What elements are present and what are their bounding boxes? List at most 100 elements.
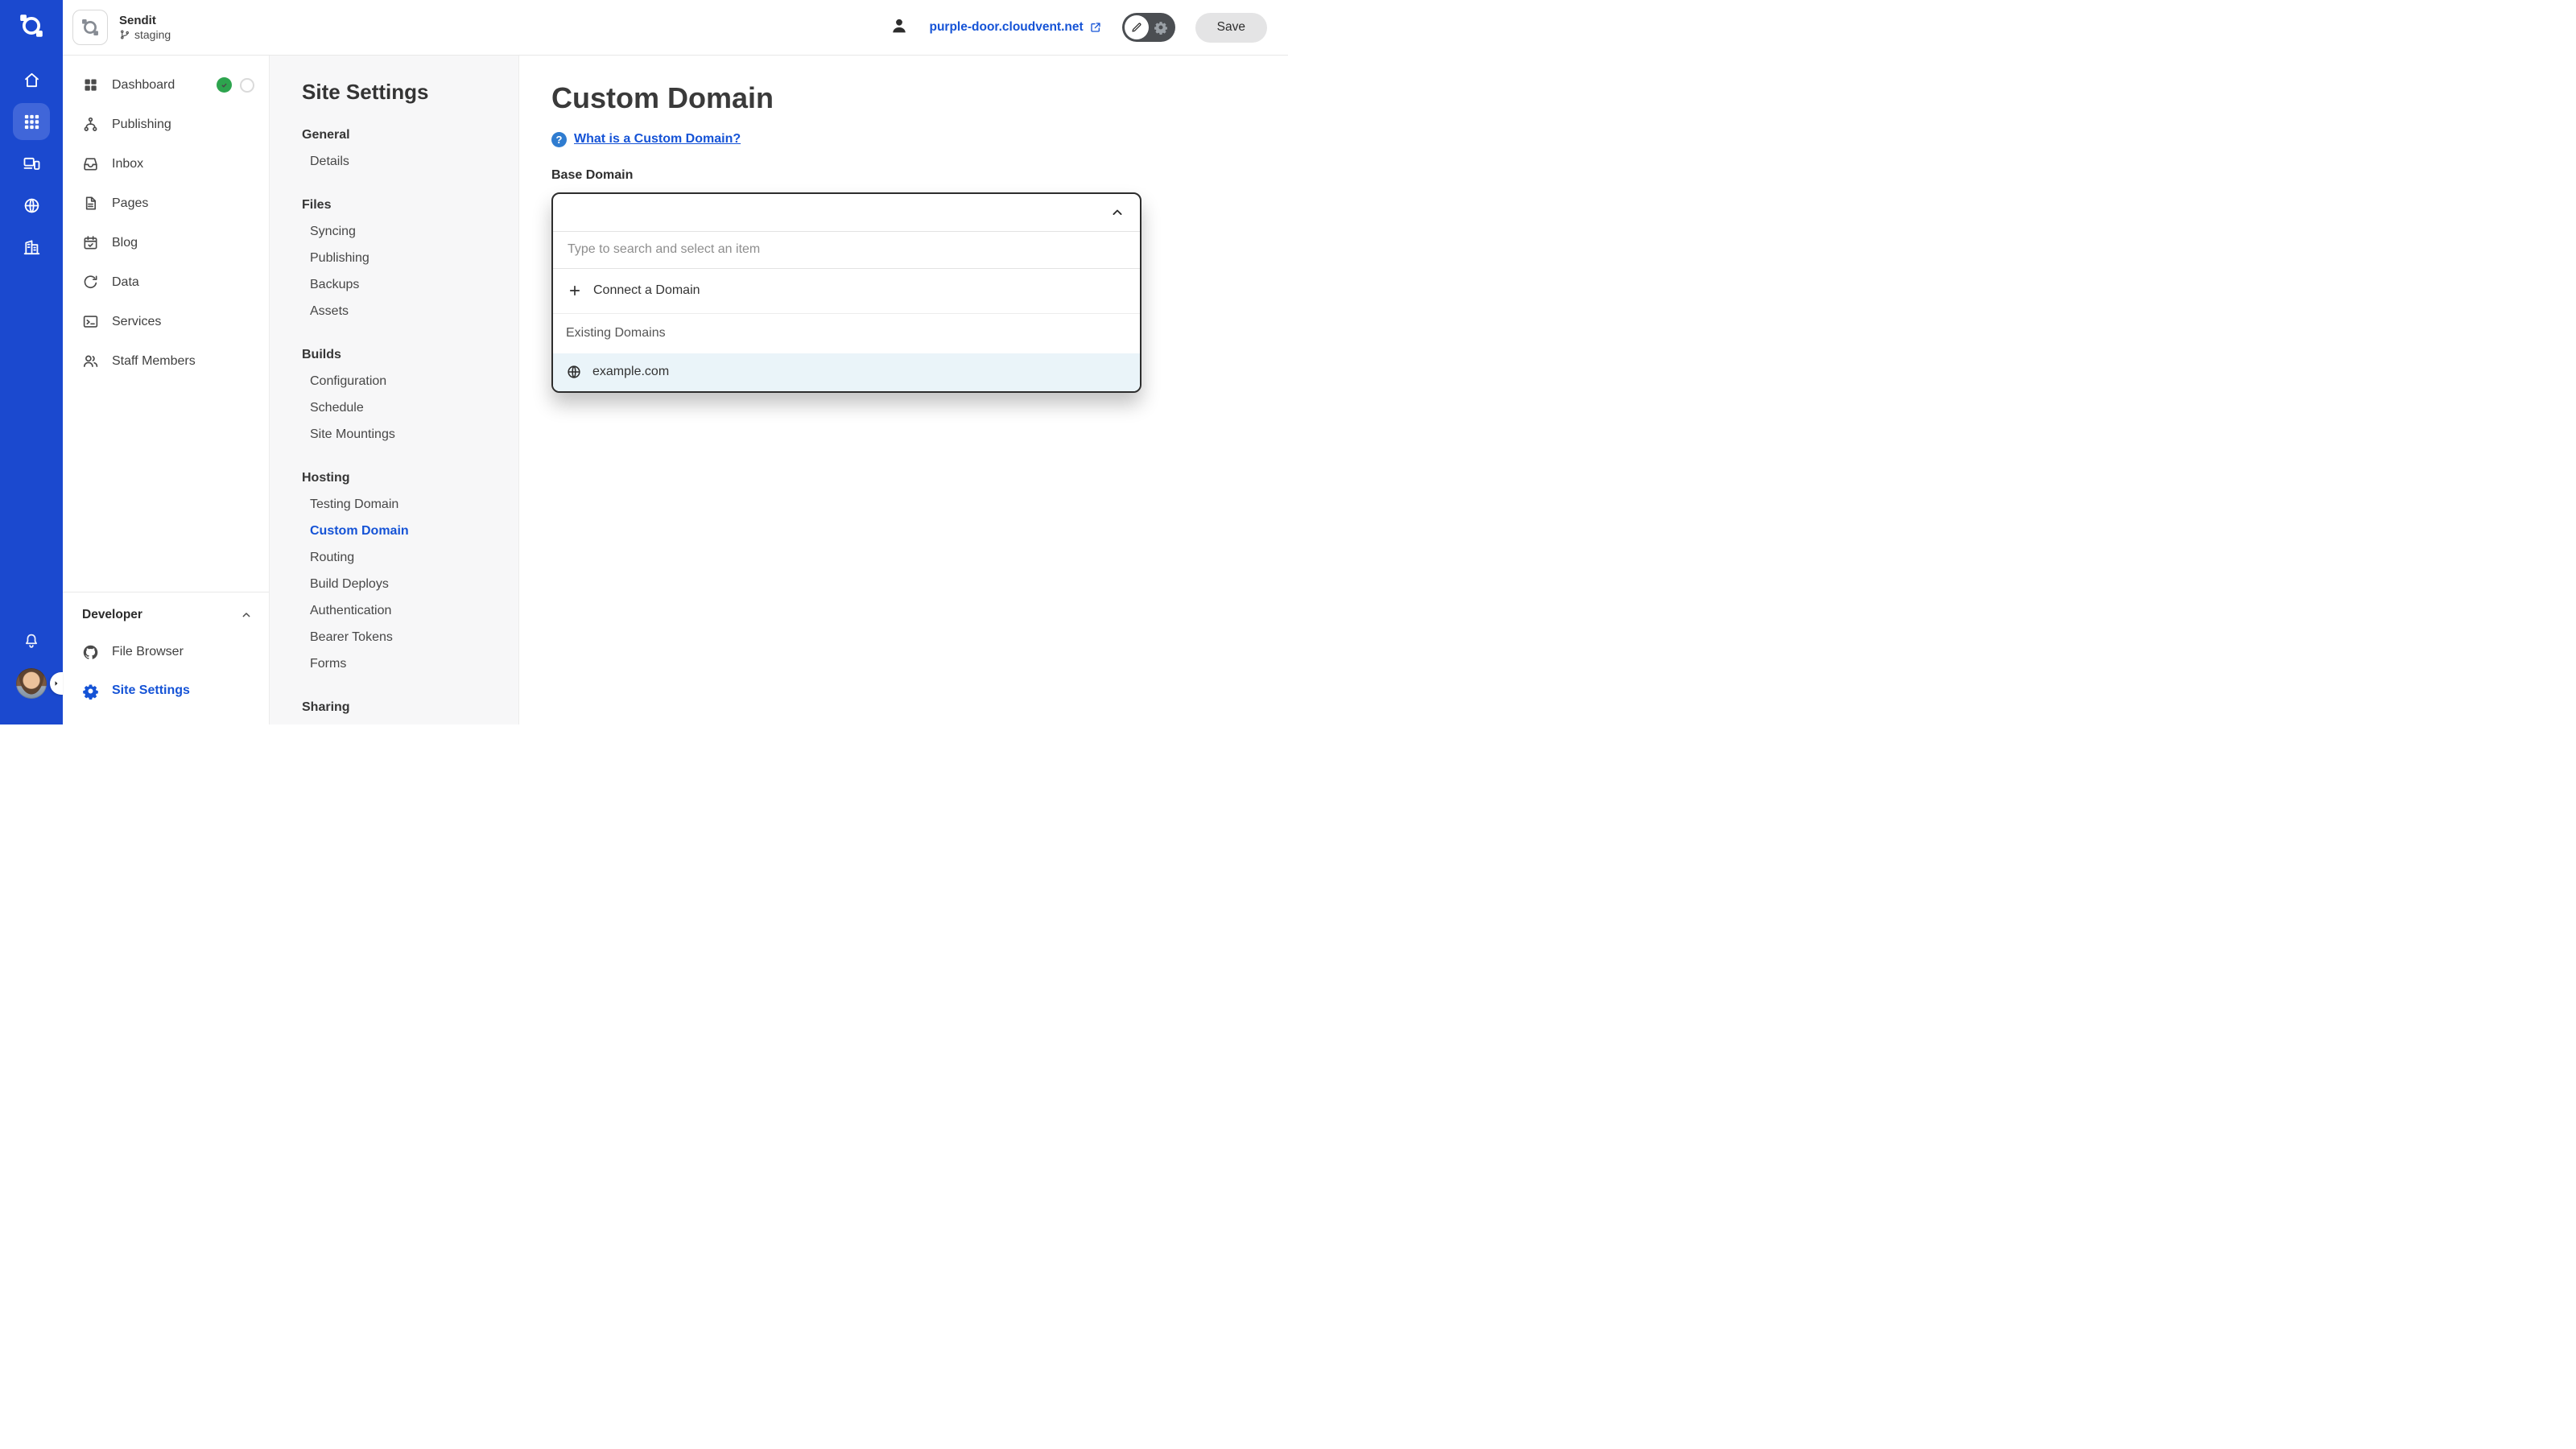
- sidebar-item-pages[interactable]: Pages: [63, 184, 269, 223]
- settings-item-site-mountings[interactable]: Site Mountings: [302, 421, 518, 448]
- page-title: Custom Domain: [551, 80, 1288, 118]
- settings-item-details[interactable]: Details: [302, 148, 518, 175]
- rail-home-button[interactable]: [13, 61, 50, 98]
- dashboard-icon: [82, 76, 99, 93]
- settings-section-builds: Builds Configuration Schedule Site Mount…: [302, 342, 518, 448]
- custom-domain-help-link[interactable]: What is a Custom Domain?: [574, 132, 741, 147]
- edit-mode-knob: [1125, 15, 1149, 39]
- developer-label: Developer: [82, 608, 142, 622]
- app-sidebar: Dashboard Publishing Inbox Pages: [63, 56, 270, 724]
- settings-item-build-deploys[interactable]: Build Deploys: [302, 571, 518, 597]
- sidebar-item-site-settings[interactable]: Site Settings: [63, 671, 269, 710]
- settings-item-authentication[interactable]: Authentication: [302, 597, 518, 624]
- status-pending-badge: [240, 78, 254, 93]
- devices-icon: [23, 155, 41, 173]
- settings-item-publishing[interactable]: Publishing: [302, 245, 518, 271]
- rail-apps-button[interactable]: [13, 103, 50, 140]
- sidebar-item-inbox[interactable]: Inbox: [63, 144, 269, 184]
- apps-grid-icon: [23, 113, 41, 131]
- save-button[interactable]: Save: [1195, 13, 1267, 43]
- topbar: Sendit staging purple-door.cloudvent.net: [63, 0, 1288, 56]
- domain-option-example-com[interactable]: example.com: [553, 353, 1140, 391]
- connect-domain-option[interactable]: Connect a Domain: [553, 268, 1140, 313]
- main-content: Custom Domain ? What is a Custom Domain?…: [519, 56, 1288, 724]
- live-site-link[interactable]: purple-door.cloudvent.net: [929, 20, 1101, 35]
- blog-calendar-icon: [82, 234, 99, 251]
- settings-section-hosting: Hosting Testing Domain Custom Domain Rou…: [302, 465, 518, 677]
- gear-icon: [82, 683, 99, 700]
- settings-item-schedule[interactable]: Schedule: [302, 394, 518, 421]
- workspace-rail: [0, 0, 63, 724]
- sidebar-item-file-browser[interactable]: File Browser: [63, 633, 269, 671]
- sidebar-expand-handle[interactable]: [50, 672, 63, 695]
- section-header-builds: Builds: [302, 342, 518, 368]
- question-mark-icon: ?: [551, 132, 567, 147]
- workspace-header: Sendit staging: [63, 10, 270, 45]
- settings-item-testing-domain[interactable]: Testing Domain: [302, 491, 518, 518]
- sidebar-item-blog[interactable]: Blog: [63, 223, 269, 262]
- settings-item-custom-domain[interactable]: Custom Domain: [302, 518, 518, 544]
- settings-item-routing[interactable]: Routing: [302, 544, 518, 571]
- section-header-general: General: [302, 122, 518, 148]
- base-domain-select[interactable]: [553, 194, 1140, 231]
- account-button[interactable]: [890, 16, 909, 39]
- rail-sites-button[interactable]: [13, 187, 50, 224]
- plus-icon: [568, 283, 582, 298]
- domain-option-label: example.com: [592, 365, 669, 379]
- sidebar-item-publishing[interactable]: Publishing: [63, 105, 269, 144]
- data-refresh-icon: [82, 274, 99, 291]
- settings-item-backups[interactable]: Backups: [302, 271, 518, 298]
- developer-section-header[interactable]: Developer: [63, 597, 269, 633]
- sidebar-item-label: Data: [112, 275, 139, 290]
- notifications-button[interactable]: [23, 632, 40, 654]
- domain-search-input[interactable]: [566, 242, 1127, 258]
- settings-nav-title: Site Settings: [302, 80, 518, 105]
- user-avatar[interactable]: [16, 668, 47, 699]
- workspace-name: Sendit: [119, 14, 171, 29]
- staff-members-icon: [82, 353, 99, 369]
- section-header-files: Files: [302, 192, 518, 218]
- sidebar-item-data[interactable]: Data: [63, 262, 269, 302]
- workspace-branch: staging: [134, 28, 171, 41]
- site-app-badge[interactable]: [72, 10, 108, 45]
- sidebar-item-label: Blog: [112, 236, 138, 250]
- sidebar-item-label: Publishing: [112, 118, 171, 132]
- settings-item-forms[interactable]: Forms: [302, 650, 518, 677]
- sidebar-item-staff-members[interactable]: Staff Members: [63, 341, 269, 381]
- publishing-icon: [82, 116, 99, 133]
- sidebar-item-label: Site Settings: [112, 683, 190, 698]
- sidebar-item-label: File Browser: [112, 645, 184, 659]
- sidebar-item-label: Pages: [112, 196, 148, 211]
- app-window: Sendit staging purple-door.cloudvent.net: [0, 0, 1288, 724]
- site-logo-icon: [80, 17, 101, 38]
- github-icon: [82, 644, 99, 661]
- cloudcannon-logo-icon: [17, 11, 46, 40]
- globe-icon: [566, 364, 582, 380]
- settings-item-assets[interactable]: Assets: [302, 298, 518, 324]
- sidebar-item-dashboard[interactable]: Dashboard: [63, 65, 269, 105]
- settings-item-syncing[interactable]: Syncing: [302, 218, 518, 245]
- connect-domain-label: Connect a Domain: [593, 283, 700, 298]
- settings-section-general: General Details: [302, 122, 518, 175]
- developer-section: Developer File Browser Site Settings: [63, 592, 269, 724]
- live-site-url: purple-door.cloudvent.net: [929, 20, 1083, 35]
- settings-item-bearer-tokens[interactable]: Bearer Tokens: [302, 624, 518, 650]
- gear-icon: [1154, 20, 1168, 35]
- pencil-icon: [1130, 21, 1143, 34]
- sidebar-item-label: Inbox: [112, 157, 143, 171]
- sidebar-item-services[interactable]: Services: [63, 302, 269, 341]
- rail-devices-button[interactable]: [13, 145, 50, 182]
- external-link-icon: [1089, 21, 1102, 34]
- edit-settings-toggle[interactable]: [1122, 13, 1175, 42]
- pages-icon: [82, 195, 99, 212]
- existing-domains-group-label: Existing Domains: [553, 313, 1140, 353]
- section-header-hosting: Hosting: [302, 465, 518, 491]
- status-success-badge: [217, 77, 232, 93]
- chevron-up-icon: [240, 609, 253, 621]
- base-domain-dropdown: Connect a Domain Existing Domains exampl…: [551, 192, 1141, 393]
- person-icon: [890, 16, 909, 35]
- settings-item-configuration[interactable]: Configuration: [302, 368, 518, 394]
- rail-organization-button[interactable]: [13, 229, 50, 266]
- base-domain-label: Base Domain: [551, 168, 1288, 183]
- section-header-sharing: Sharing: [302, 695, 518, 720]
